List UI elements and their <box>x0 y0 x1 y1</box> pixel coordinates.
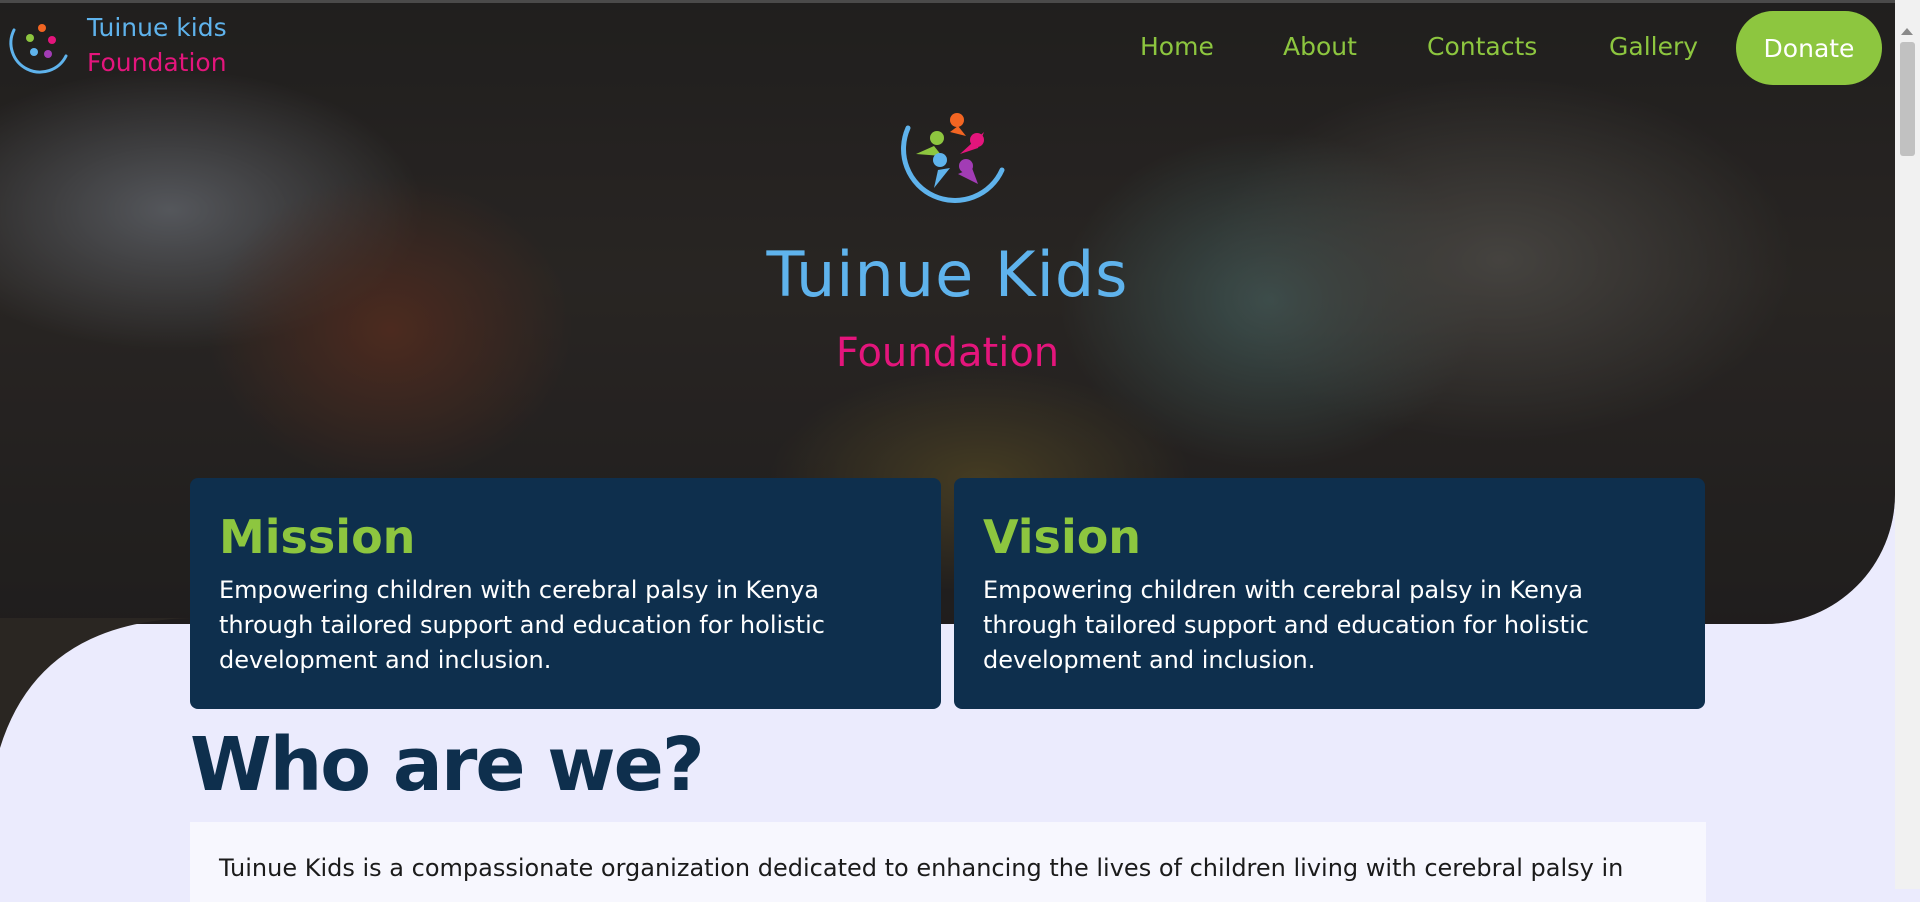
brand-name[interactable]: Tuinue kids <box>87 13 227 42</box>
hero-logo-icon <box>901 113 1005 203</box>
mission-text-line: Empowering children with cerebral palsy … <box>219 575 819 604</box>
nav-link-about[interactable]: About <box>1283 32 1357 61</box>
mission-text-line: through tailored support and education f… <box>219 610 825 639</box>
mission-text: Empowering children with cerebral palsy … <box>219 573 913 678</box>
vision-text-line: through tailored support and education f… <box>983 610 1589 639</box>
mission-text-line: development and inclusion. <box>219 645 552 674</box>
vision-text-line: Empowering children with cerebral palsy … <box>983 575 1583 604</box>
scrollbar-thumb[interactable] <box>1900 42 1915 156</box>
logo-icon[interactable] <box>4 16 70 82</box>
mission-card: Mission Empowering children with cerebra… <box>190 478 941 709</box>
vision-card: Vision Empowering children with cerebral… <box>954 478 1705 709</box>
nav-link-home[interactable]: Home <box>1140 32 1214 61</box>
about-paragraph: Tuinue Kids is a compassionate organizat… <box>219 854 1624 882</box>
nav-link-contacts[interactable]: Contacts <box>1427 32 1537 61</box>
hero-subtitle: Foundation <box>835 330 1060 376</box>
window-top-edge <box>0 0 1920 3</box>
vision-text-line: development and inclusion. <box>983 645 1316 674</box>
hero-title: Tuinue Kids <box>766 238 1129 311</box>
donate-button[interactable]: Donate <box>1736 11 1882 85</box>
nav-link-gallery[interactable]: Gallery <box>1609 32 1698 61</box>
vision-title: Vision <box>983 510 1142 564</box>
scrollbar[interactable] <box>1895 0 1920 889</box>
mission-title: Mission <box>219 510 416 564</box>
decorative-curve <box>0 618 200 748</box>
scroll-up-arrow-icon[interactable] <box>1901 28 1913 35</box>
about-content-box: Tuinue Kids is a compassionate organizat… <box>190 822 1706 902</box>
who-are-we-heading: Who are we? <box>190 722 705 808</box>
brand-name-foundation[interactable]: Foundation <box>87 48 227 77</box>
vision-text: Empowering children with cerebral palsy … <box>983 573 1677 678</box>
